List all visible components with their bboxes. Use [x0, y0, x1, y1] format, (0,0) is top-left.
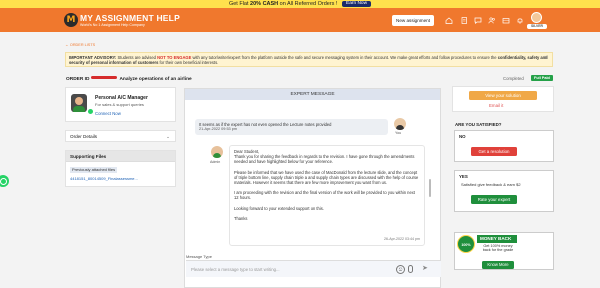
advisory-text-3: for their own beneficial interests. — [158, 59, 219, 65]
redacted-order-id — [91, 76, 118, 79]
document-icon[interactable] — [460, 17, 468, 24]
attachment-icon[interactable]: ⎋ — [396, 265, 405, 274]
promo-text-post: on All Referred Orders ! — [278, 1, 338, 7]
admin-paragraph-2: Please be informed that we have used the… — [234, 169, 419, 186]
view-solution-button[interactable]: View your solution — [469, 91, 537, 100]
order-status: Completed — [503, 76, 524, 81]
top-header: M MY ASSIGNMENT HELP World's No 1 Assign… — [0, 8, 600, 32]
email-it-link[interactable]: Email it — [489, 103, 503, 108]
promo-highlight: 20% CASH — [250, 1, 279, 7]
payment-badge: Full Paid — [531, 75, 553, 81]
order-details-toggle[interactable]: Order Details ⌄ — [65, 130, 176, 142]
chat-scrollbar[interactable] — [429, 179, 431, 197]
feedback-reward-text: Satisfied give feedback & earn $2 — [461, 182, 521, 187]
order-title: Analyze operations of an airline — [119, 77, 192, 82]
admin-paragraph-4: Looking forward to your extended support… — [234, 205, 324, 211]
expert-message-panel: EXPERT MESSAGE It seems as if the expert… — [184, 88, 441, 288]
attached-file-link[interactable]: 4418151_80014509_Finalassessme... — [70, 176, 138, 181]
admin-paragraph-3: I am proceeding with the revision and th… — [234, 190, 415, 201]
user-avatar[interactable] — [531, 12, 542, 23]
advisory-text-2: with any tutor/writer/expert from the pl… — [191, 54, 498, 60]
not-satisfied-card: NO Get a resolution — [454, 130, 554, 162]
earn-now-button[interactable]: Earn Now — [342, 1, 372, 7]
people-icon[interactable] — [488, 17, 496, 24]
supporting-files-card: Supporting Files Previously attached fil… — [65, 150, 176, 187]
chat-icon[interactable] — [474, 17, 482, 24]
money-back-badge-icon: 100% — [457, 235, 475, 253]
new-assignment-button[interactable]: New assignment — [392, 15, 434, 26]
satisfied-card: YES Satisfied give feedback & earn $2 Ra… — [454, 170, 554, 212]
tag-icon[interactable] — [502, 17, 510, 24]
account-manager-card: Personal A/C Manager For sales & support… — [65, 87, 176, 122]
home-icon[interactable] — [445, 17, 453, 24]
close-icon[interactable]: ✕ — [544, 55, 548, 61]
message-input-row: Please select a message type to start wr… — [186, 260, 441, 277]
admin-signoff: Thanks — [234, 215, 248, 221]
student-message-time: 21-Apr-2022 09:53 pm — [199, 126, 237, 131]
logo-icon[interactable]: M — [64, 13, 78, 27]
advisory-banner: IMPORTANT ADVISORY: Students are advised… — [65, 52, 553, 67]
manager-avatar — [71, 94, 87, 112]
connect-now-link[interactable]: Connect Now — [95, 111, 121, 116]
admin-message-time: 26-Apr-2022 03:44 pm — [384, 236, 420, 241]
order-details-label: Order Details — [70, 134, 98, 139]
breadcrumb[interactable]: ← ORDER LISTS — [65, 43, 95, 47]
student-message: It seems as if the expert has not even o… — [195, 119, 388, 135]
promo-banner: Get Flat 20% CASH on All Referred Orders… — [0, 0, 600, 8]
student-label: You — [395, 131, 402, 135]
whatsapp-chat-icon[interactable] — [0, 175, 9, 187]
admin-paragraph-1: Thank you for sharing the feedback in re… — [234, 154, 415, 165]
brand-tagline: World's No 1 Assignment Help Company — [80, 23, 145, 27]
manager-title: Personal A/C Manager — [95, 95, 148, 101]
know-more-button[interactable]: Know More — [482, 261, 514, 269]
money-back-title: MONEY BACK — [477, 235, 517, 243]
chat-title: EXPERT MESSAGE — [185, 89, 440, 100]
attached-files-label: Previously attached files — [70, 167, 118, 173]
send-icon[interactable]: ➤ — [422, 265, 428, 273]
message-type-label: Message Type — [186, 254, 212, 259]
admin-avatar — [211, 146, 223, 158]
admin-label: Admin — [210, 160, 221, 164]
microphone-icon[interactable] — [408, 265, 413, 273]
advisory-label: IMPORTANT ADVISORY: — [69, 54, 117, 60]
yes-label: YES — [459, 174, 468, 179]
promo-text-pre: Get Flat — [228, 1, 251, 7]
whatsapp-icon — [88, 109, 93, 114]
breadcrumb-label[interactable]: ORDER LISTS — [70, 43, 95, 47]
rate-expert-button[interactable]: Rate your expert — [471, 195, 517, 204]
admin-message: Dear Student, Thank you for sharing the … — [229, 145, 425, 246]
message-input[interactable]: Please select a message type to start wr… — [191, 267, 280, 272]
advisory-text-1: Students are advised — [116, 54, 158, 60]
get-resolution-button[interactable]: Get a resolution — [471, 147, 517, 156]
no-label: NO — [459, 134, 466, 139]
money-back-card: 100% MONEY BACK Get 100% money back for … — [454, 232, 554, 270]
brand-name[interactable]: MY ASSIGNMENT HELP — [80, 13, 180, 23]
manager-subtitle: For sales & support queries — [95, 102, 144, 107]
chevron-down-icon: ⌄ — [166, 134, 170, 139]
order-heading: ORDER ID Analyze operations of an airline — [66, 76, 192, 82]
satisfaction-question: ARE YOU SATISFIED? — [455, 122, 502, 127]
advisory-emphasis-1: NOT TO ENGAGE — [157, 54, 192, 60]
bell-icon[interactable] — [516, 17, 524, 24]
supporting-files-title: Supporting Files — [66, 151, 175, 162]
money-back-text: Get 100% money back for the grade — [482, 244, 514, 253]
student-avatar — [394, 118, 406, 130]
tier-badge: SILVER — [527, 24, 547, 29]
solution-card: View your solution Email it — [452, 86, 554, 112]
order-prefix: ORDER ID — [66, 77, 90, 82]
